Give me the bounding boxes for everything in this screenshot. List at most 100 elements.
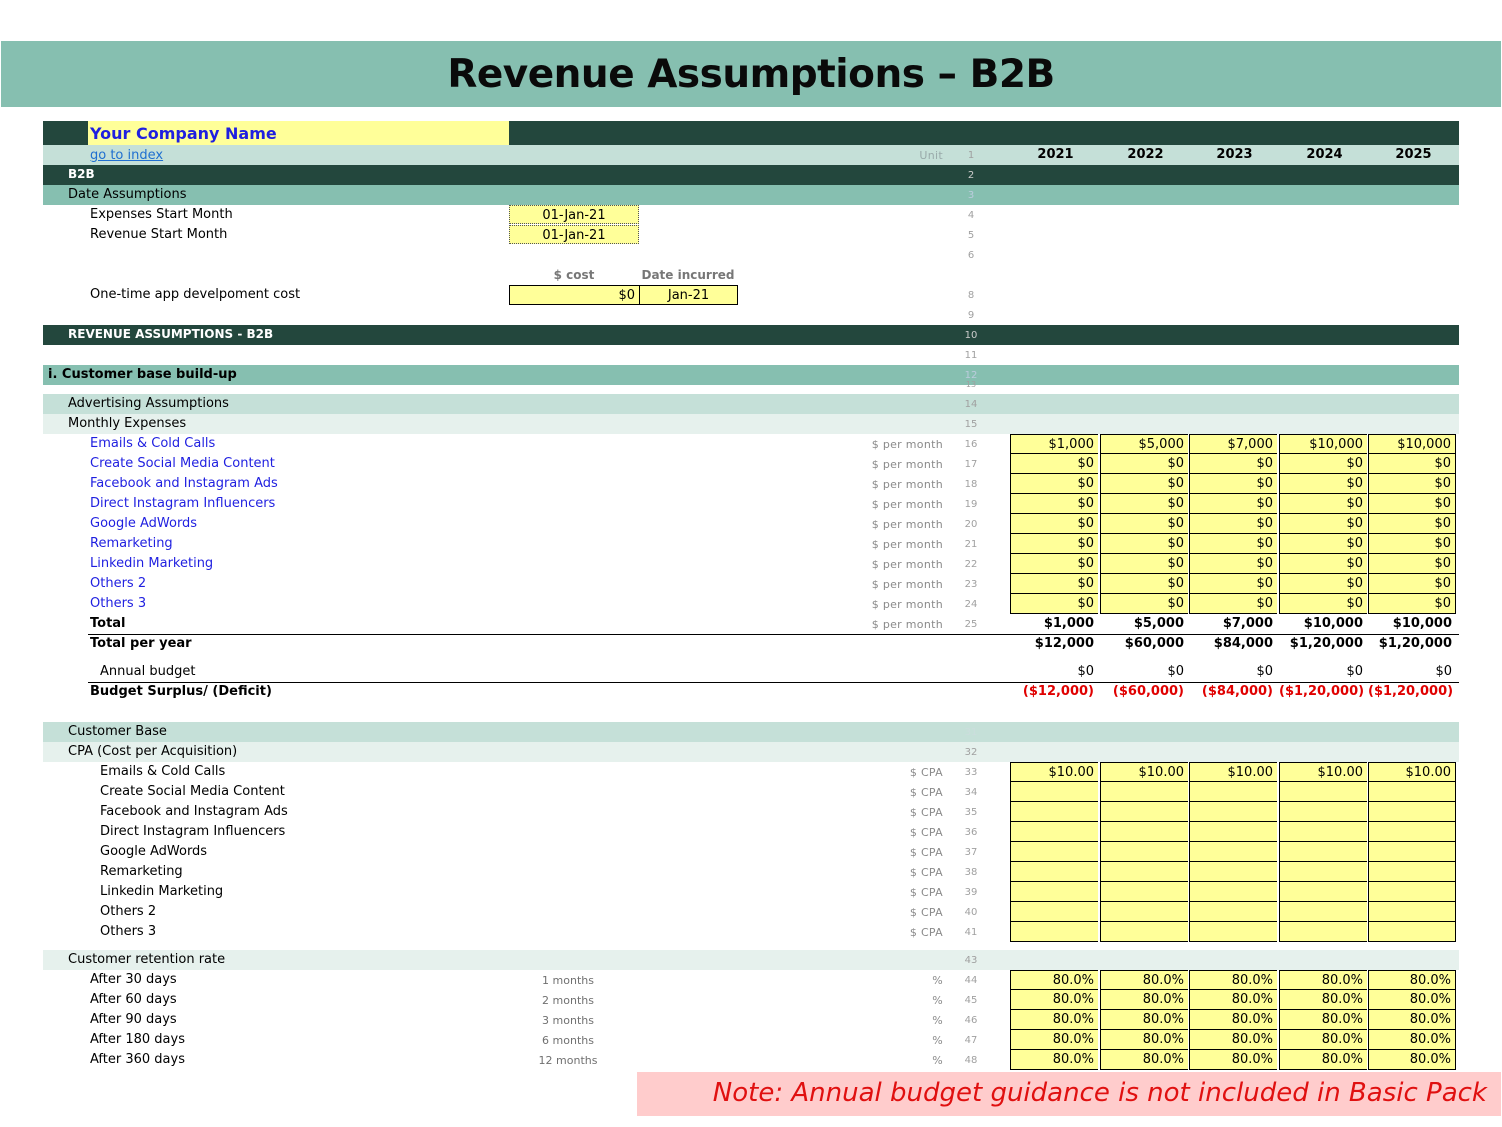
cpa-input-2022[interactable] xyxy=(1100,782,1188,802)
expense-input-2025[interactable]: $0 xyxy=(1368,454,1456,474)
app-date-input[interactable]: Jan-21 xyxy=(639,285,738,305)
expense-input-2021[interactable]: $0 xyxy=(1010,454,1098,474)
cpa-input-2022[interactable] xyxy=(1100,922,1188,942)
expense-input-2024[interactable]: $0 xyxy=(1279,514,1367,534)
expense-input-2024[interactable]: $0 xyxy=(1279,494,1367,514)
cpa-input-2025[interactable] xyxy=(1368,802,1456,822)
expense-input-2024[interactable]: $0 xyxy=(1279,594,1367,614)
cpa-input-2025[interactable] xyxy=(1368,902,1456,922)
cpa-input-2023[interactable] xyxy=(1189,862,1277,882)
cpa-input-2024[interactable] xyxy=(1279,922,1367,942)
retention-input-2024[interactable]: 80.0% xyxy=(1279,1010,1367,1030)
expense-input-2021[interactable]: $0 xyxy=(1010,594,1098,614)
retention-input-2024[interactable]: 80.0% xyxy=(1279,1050,1367,1070)
cpa-input-2021[interactable] xyxy=(1010,822,1098,842)
cpa-input-2025[interactable] xyxy=(1368,822,1456,842)
retention-input-2024[interactable]: 80.0% xyxy=(1279,970,1367,990)
expense-input-2023[interactable]: $0 xyxy=(1189,474,1277,494)
retention-input-2025[interactable]: 80.0% xyxy=(1368,1050,1456,1070)
retention-input-2023[interactable]: 80.0% xyxy=(1189,1010,1277,1030)
expense-input-2021[interactable]: $0 xyxy=(1010,554,1098,574)
cpa-input-2024[interactable] xyxy=(1279,902,1367,922)
expense-input-2025[interactable]: $0 xyxy=(1368,594,1456,614)
cpa-input-2025[interactable] xyxy=(1368,882,1456,902)
expense-input-2025[interactable]: $0 xyxy=(1368,554,1456,574)
expense-input-2022[interactable]: $0 xyxy=(1100,554,1188,574)
expense-input-2022[interactable]: $0 xyxy=(1100,454,1188,474)
expense-input-2025[interactable]: $0 xyxy=(1368,534,1456,554)
expense-input-2025[interactable]: $0 xyxy=(1368,494,1456,514)
expense-input-2023[interactable]: $7,000 xyxy=(1189,434,1277,454)
app-cost-input[interactable]: $0 xyxy=(509,285,640,305)
expense-input-2025[interactable]: $0 xyxy=(1368,574,1456,594)
retention-input-2021[interactable]: 80.0% xyxy=(1010,1050,1098,1070)
cpa-input-2023[interactable] xyxy=(1189,902,1277,922)
cpa-input-2021[interactable] xyxy=(1010,782,1098,802)
retention-input-2021[interactable]: 80.0% xyxy=(1010,970,1098,990)
cpa-input-2023[interactable] xyxy=(1189,782,1277,802)
cpa-input-2022[interactable] xyxy=(1100,862,1188,882)
retention-input-2021[interactable]: 80.0% xyxy=(1010,990,1098,1010)
expense-input-2021[interactable]: $0 xyxy=(1010,514,1098,534)
cpa-input-2025[interactable] xyxy=(1368,782,1456,802)
retention-input-2022[interactable]: 80.0% xyxy=(1100,990,1188,1010)
expense-input-2021[interactable]: $0 xyxy=(1010,474,1098,494)
retention-input-2022[interactable]: 80.0% xyxy=(1100,1030,1188,1050)
cpa-input-2025[interactable] xyxy=(1368,922,1456,942)
cpa-input-2022[interactable] xyxy=(1100,882,1188,902)
cpa-input-2022[interactable] xyxy=(1100,802,1188,822)
retention-input-2024[interactable]: 80.0% xyxy=(1279,1030,1367,1050)
expense-input-2025[interactable]: $0 xyxy=(1368,514,1456,534)
cpa-input-2025[interactable] xyxy=(1368,862,1456,882)
cpa-input-2021[interactable]: $10.00 xyxy=(1010,762,1098,782)
expenses-start-input[interactable]: 01-Jan-21 xyxy=(509,205,639,224)
cpa-input-2021[interactable] xyxy=(1010,842,1098,862)
retention-input-2022[interactable]: 80.0% xyxy=(1100,1050,1188,1070)
cpa-input-2025[interactable]: $10.00 xyxy=(1368,762,1456,782)
expense-input-2023[interactable]: $0 xyxy=(1189,534,1277,554)
go-to-index-link[interactable]: go to index xyxy=(90,148,163,163)
cpa-input-2021[interactable] xyxy=(1010,802,1098,822)
expense-input-2023[interactable]: $0 xyxy=(1189,594,1277,614)
expense-input-2022[interactable]: $0 xyxy=(1100,534,1188,554)
expense-input-2022[interactable]: $0 xyxy=(1100,594,1188,614)
expense-input-2023[interactable]: $0 xyxy=(1189,454,1277,474)
cpa-input-2025[interactable] xyxy=(1368,842,1456,862)
expense-input-2022[interactable]: $0 xyxy=(1100,474,1188,494)
cpa-input-2024[interactable] xyxy=(1279,822,1367,842)
expense-input-2021[interactable]: $1,000 xyxy=(1010,434,1098,454)
expense-input-2021[interactable]: $0 xyxy=(1010,574,1098,594)
budget-2023[interactable]: $0 xyxy=(1189,664,1277,679)
revenue-start-input[interactable]: 01-Jan-21 xyxy=(509,225,639,244)
budget-2025[interactable]: $0 xyxy=(1368,664,1456,679)
expense-input-2025[interactable]: $10,000 xyxy=(1368,434,1456,454)
company-name-cell[interactable]: Your Company Name xyxy=(88,121,509,145)
retention-input-2023[interactable]: 80.0% xyxy=(1189,1030,1277,1050)
expense-input-2022[interactable]: $0 xyxy=(1100,514,1188,534)
retention-input-2021[interactable]: 80.0% xyxy=(1010,1010,1098,1030)
expense-input-2023[interactable]: $0 xyxy=(1189,494,1277,514)
cpa-input-2023[interactable] xyxy=(1189,882,1277,902)
cpa-input-2022[interactable] xyxy=(1100,842,1188,862)
cpa-input-2022[interactable]: $10.00 xyxy=(1100,762,1188,782)
cpa-input-2021[interactable] xyxy=(1010,902,1098,922)
cpa-input-2022[interactable] xyxy=(1100,902,1188,922)
cpa-input-2024[interactable]: $10.00 xyxy=(1279,762,1367,782)
expense-input-2024[interactable]: $0 xyxy=(1279,534,1367,554)
cpa-input-2023[interactable] xyxy=(1189,802,1277,822)
expense-input-2022[interactable]: $0 xyxy=(1100,494,1188,514)
expense-input-2024[interactable]: $0 xyxy=(1279,574,1367,594)
cpa-input-2021[interactable] xyxy=(1010,922,1098,942)
cpa-input-2021[interactable] xyxy=(1010,862,1098,882)
cpa-input-2024[interactable] xyxy=(1279,882,1367,902)
retention-input-2021[interactable]: 80.0% xyxy=(1010,1030,1098,1050)
expense-input-2023[interactable]: $0 xyxy=(1189,514,1277,534)
budget-2021[interactable]: $0 xyxy=(1010,664,1098,679)
expense-input-2022[interactable]: $5,000 xyxy=(1100,434,1188,454)
retention-input-2025[interactable]: 80.0% xyxy=(1368,1010,1456,1030)
cpa-input-2023[interactable]: $10.00 xyxy=(1189,762,1277,782)
retention-input-2022[interactable]: 80.0% xyxy=(1100,1010,1188,1030)
budget-2024[interactable]: $0 xyxy=(1279,664,1367,679)
cpa-input-2024[interactable] xyxy=(1279,842,1367,862)
cpa-input-2023[interactable] xyxy=(1189,842,1277,862)
